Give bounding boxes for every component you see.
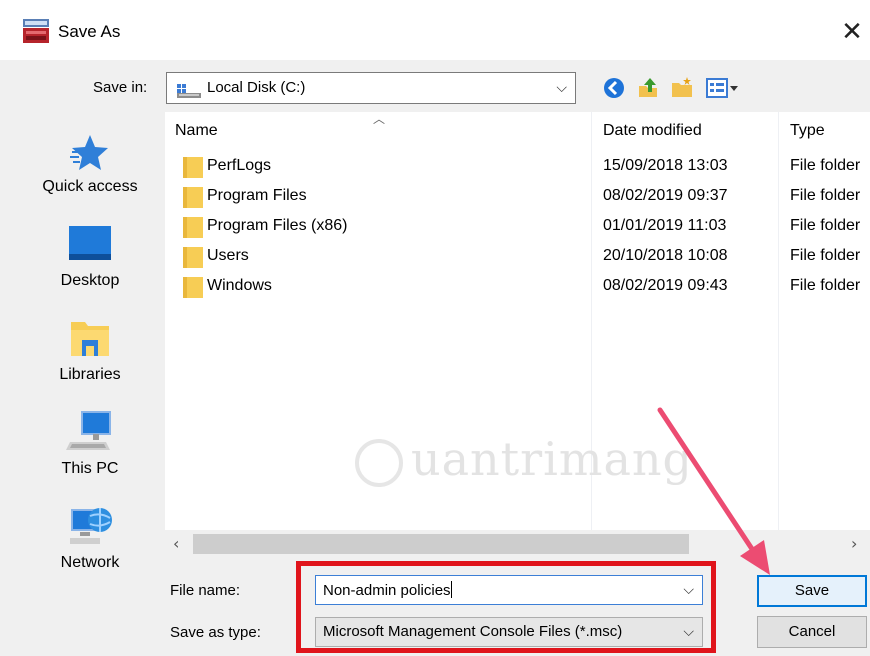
file-type: File folder xyxy=(790,247,861,264)
file-type: File folder xyxy=(790,157,861,174)
place-label: This PC xyxy=(61,460,119,477)
title-bar: Save As ✕ xyxy=(0,0,870,60)
column-header-type[interactable]: Type xyxy=(790,122,825,140)
file-name: Windows xyxy=(207,277,272,294)
file-name: PerfLogs xyxy=(207,157,272,174)
table-row[interactable]: Users 20/10/2018 10:08 File folder xyxy=(165,242,870,272)
file-date: 20/10/2018 10:08 xyxy=(603,247,728,264)
file-type: File folder xyxy=(790,217,861,234)
save-in-label: Save in: xyxy=(93,79,148,96)
horizontal-scrollbar[interactable]: ‹ › xyxy=(165,530,870,558)
place-desktop[interactable]: Desktop xyxy=(15,214,165,304)
view-menu-icon[interactable] xyxy=(706,76,740,100)
network-icon xyxy=(70,508,112,544)
save-as-type-label: Save as type: xyxy=(170,624,261,641)
table-row[interactable]: PerfLogs 15/09/2018 13:03 File folder xyxy=(165,152,870,182)
desktop-icon xyxy=(69,226,111,260)
highlight-box xyxy=(296,561,716,653)
place-this-pc[interactable]: This PC xyxy=(15,402,165,492)
place-quick-access[interactable]: Quick access xyxy=(15,120,165,210)
file-date: 08/02/2019 09:37 xyxy=(603,187,728,204)
libraries-icon xyxy=(71,322,109,356)
window-title: Save As xyxy=(58,22,121,41)
scrollbar-thumb[interactable] xyxy=(193,534,689,554)
up-folder-icon[interactable] xyxy=(636,76,660,100)
table-row[interactable]: Program Files 08/02/2019 09:37 File fold… xyxy=(165,182,870,212)
table-row[interactable]: Program Files (x86) 01/01/2019 11:03 Fil… xyxy=(165,212,870,242)
location-toolbar: Save in: Local Disk (C:) ⌵ xyxy=(0,60,870,112)
close-button[interactable]: ✕ xyxy=(834,14,870,50)
file-date: 15/09/2018 13:03 xyxy=(603,157,728,174)
scroll-left-icon[interactable]: ‹ xyxy=(173,534,179,553)
place-network[interactable]: Network xyxy=(15,496,165,586)
watermark: uantrimang xyxy=(411,432,693,486)
folder-icon xyxy=(183,217,203,238)
this-pc-icon xyxy=(66,411,111,450)
mmc-app-icon xyxy=(23,19,49,43)
save-in-dropdown[interactable]: Local Disk (C:) ⌵ xyxy=(166,72,576,104)
scroll-right-icon[interactable]: › xyxy=(851,534,857,553)
place-label: Desktop xyxy=(60,272,120,289)
column-header-date[interactable]: Date modified xyxy=(603,122,702,140)
cancel-button[interactable]: Cancel xyxy=(757,616,867,648)
places-bar: Quick access Desktop Libraries This PC N… xyxy=(15,112,165,587)
watermark-logo-icon xyxy=(355,439,403,487)
quick-access-star-icon xyxy=(70,135,108,170)
chevron-down-icon: ⌵ xyxy=(556,79,567,95)
table-row[interactable]: Windows 08/02/2019 09:43 File folder xyxy=(165,272,870,302)
back-icon[interactable] xyxy=(602,76,626,100)
file-type: File folder xyxy=(790,277,861,294)
file-name: Program Files (x86) xyxy=(207,217,348,234)
current-location: Local Disk (C:) xyxy=(207,79,306,96)
save-button[interactable]: Save xyxy=(757,575,867,607)
file-name: Users xyxy=(207,247,249,264)
new-folder-icon[interactable] xyxy=(670,76,694,100)
file-list: ︿ Name Date modified Type PerfLogs 15/09… xyxy=(165,112,870,530)
place-label: Libraries xyxy=(59,366,121,383)
folder-icon xyxy=(183,277,203,298)
folder-icon xyxy=(183,247,203,268)
file-name-label: File name: xyxy=(170,582,241,599)
sort-ascending-icon: ︿ xyxy=(373,112,386,126)
local-disk-icon xyxy=(177,84,201,98)
folder-icon xyxy=(183,157,203,178)
place-label: Network xyxy=(60,554,120,571)
file-type: File folder xyxy=(790,187,861,204)
file-date: 01/01/2019 11:03 xyxy=(603,217,727,234)
place-libraries[interactable]: Libraries xyxy=(15,308,165,398)
file-name: Program Files xyxy=(207,187,307,204)
place-label: Quick access xyxy=(42,178,138,195)
column-header-name[interactable]: Name xyxy=(175,122,218,140)
folder-icon xyxy=(183,187,203,208)
file-date: 08/02/2019 09:43 xyxy=(603,277,728,294)
